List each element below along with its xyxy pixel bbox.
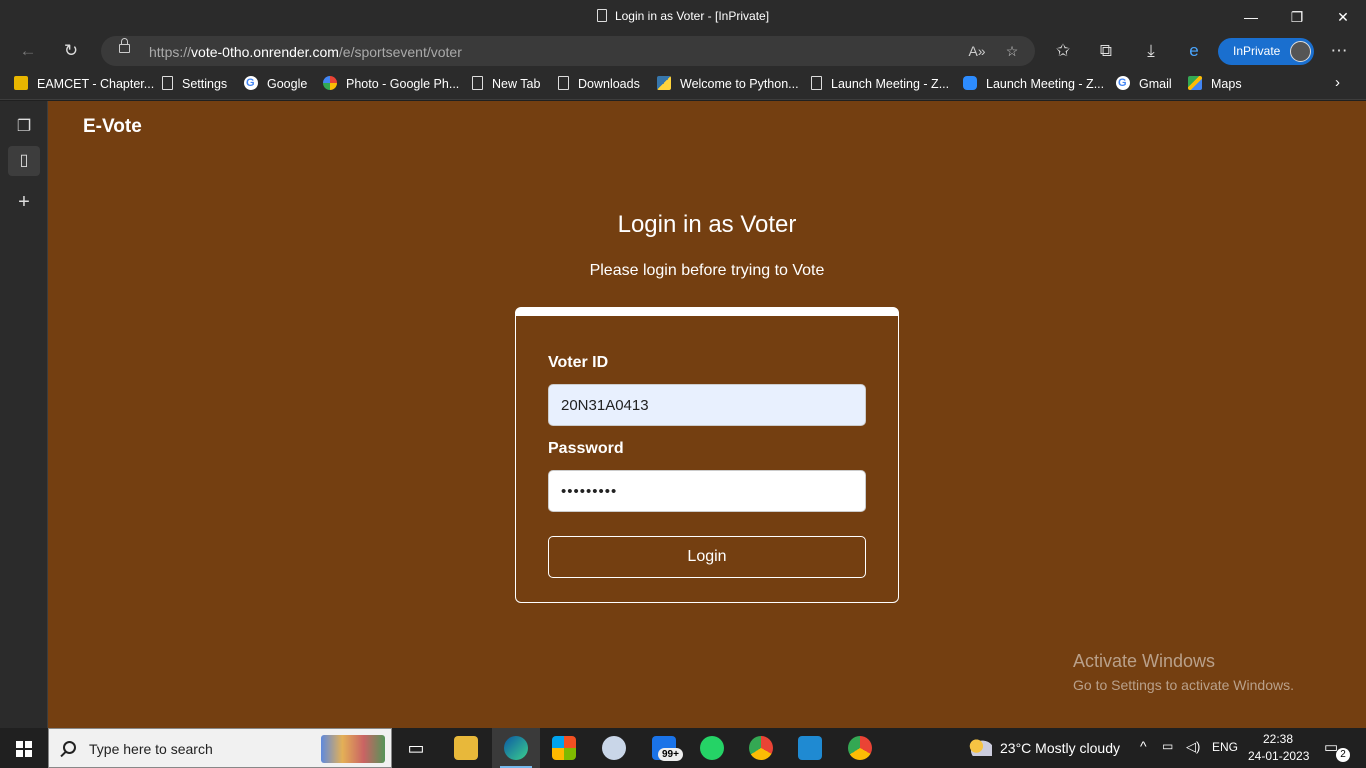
page-subtitle: Please login before trying to Vote bbox=[589, 262, 825, 279]
avatar bbox=[1290, 41, 1311, 62]
inprivate-button[interactable]: InPrivate bbox=[1218, 38, 1314, 65]
clock-date[interactable]: 24-01-2023 bbox=[1248, 749, 1309, 763]
voter-id-label: Voter ID bbox=[548, 354, 609, 371]
more-options-icon[interactable]: ⋯ bbox=[1326, 39, 1352, 63]
bookmark-item[interactable]: Settings bbox=[162, 76, 227, 91]
login-button[interactable]: Login bbox=[548, 536, 866, 578]
browser-toolbar: ← ↻ https://vote-0tho.onrender.com/e/spo… bbox=[0, 34, 1366, 68]
edge-icon bbox=[504, 736, 528, 760]
back-icon[interactable]: ← bbox=[15, 39, 41, 63]
page-icon bbox=[558, 76, 569, 90]
new-tab-icon[interactable]: + bbox=[8, 187, 40, 217]
store-icon bbox=[552, 736, 576, 760]
tab-current-page[interactable]: ▯ bbox=[8, 146, 40, 176]
brand-logo[interactable]: E-Vote bbox=[83, 116, 142, 138]
paint-button[interactable] bbox=[590, 728, 638, 768]
page-content: E-Vote Login in as Voter Please login be… bbox=[48, 101, 1366, 728]
internet-explorer-mode-icon[interactable]: e bbox=[1181, 39, 1207, 63]
weather-text[interactable]: 23°C Mostly cloudy bbox=[1000, 740, 1120, 756]
taskbar-search-box[interactable]: Type here to search bbox=[48, 728, 392, 768]
eamcet-icon bbox=[14, 76, 28, 90]
vscode-icon bbox=[798, 736, 822, 760]
downloads-icon[interactable]: ⤓ bbox=[1138, 39, 1164, 63]
activate-windows-watermark: Activate Windows Go to Settings to activ… bbox=[1073, 651, 1294, 693]
chevron-up-icon[interactable]: ^ bbox=[1140, 738, 1147, 754]
bookmark-item[interactable]: Photo - Google Ph... bbox=[323, 76, 459, 91]
windows-icon bbox=[16, 741, 32, 757]
page-icon bbox=[596, 9, 607, 22]
vertical-tabs-sidebar: ❐ ▯ + bbox=[0, 101, 48, 728]
bookmark-item[interactable]: New Tab bbox=[472, 76, 540, 91]
url-text[interactable]: https://vote-0tho.onrender.com/e/sportse… bbox=[149, 44, 462, 60]
folder-icon bbox=[454, 736, 478, 760]
favorites-icon[interactable]: ✩ bbox=[1050, 39, 1076, 63]
bookmark-item[interactable]: EAMCET - Chapter... bbox=[14, 76, 154, 91]
page-icon bbox=[162, 76, 173, 90]
notification-count: 2 bbox=[1336, 748, 1350, 762]
password-label: Password bbox=[548, 440, 624, 457]
paint-icon bbox=[602, 736, 626, 760]
task-view-button[interactable]: ▭ bbox=[392, 728, 440, 768]
maps-icon bbox=[1188, 76, 1202, 90]
lock-icon[interactable] bbox=[119, 38, 130, 53]
google-photos-icon bbox=[323, 76, 337, 90]
weather-icon[interactable] bbox=[968, 738, 992, 756]
chrome-button[interactable] bbox=[737, 728, 785, 768]
battery-icon[interactable]: ▭ bbox=[1162, 739, 1173, 753]
whatsapp-icon bbox=[700, 736, 724, 760]
task-view-icon: ▭ bbox=[407, 738, 425, 758]
chrome-icon bbox=[848, 736, 872, 760]
page-icon bbox=[811, 76, 822, 90]
login-card: Voter ID Password Login bbox=[515, 307, 899, 603]
bookmark-item[interactable]: Welcome to Python... bbox=[657, 76, 799, 91]
minimize-button[interactable]: — bbox=[1228, 0, 1274, 34]
voter-id-input[interactable] bbox=[548, 384, 866, 426]
vscode-button[interactable] bbox=[786, 728, 834, 768]
page-icon bbox=[472, 76, 483, 90]
zoom-icon bbox=[963, 76, 977, 90]
password-input[interactable] bbox=[548, 470, 866, 512]
bookmark-item[interactable]: Google bbox=[244, 76, 307, 91]
volume-icon[interactable]: ◁) bbox=[1186, 739, 1200, 755]
clock-time[interactable]: 22:38 bbox=[1263, 732, 1293, 746]
collections-icon[interactable]: ⧉ bbox=[1093, 39, 1119, 63]
file-explorer-button[interactable] bbox=[442, 728, 490, 768]
bookmark-item[interactable]: Downloads bbox=[558, 76, 640, 91]
google-icon bbox=[244, 76, 258, 90]
tab-actions-icon[interactable]: ❐ bbox=[8, 112, 40, 142]
whatsapp-button[interactable] bbox=[688, 728, 736, 768]
restore-button[interactable]: ❐ bbox=[1274, 0, 1320, 34]
mail-badge: 99+ bbox=[658, 748, 683, 761]
bookmark-item[interactable]: Gmail bbox=[1116, 76, 1172, 91]
edge-button[interactable] bbox=[492, 728, 540, 768]
taskbar: Type here to search ▭ 99+ 23°C Mostly cl… bbox=[0, 728, 1366, 768]
bookmark-item[interactable]: Maps bbox=[1188, 76, 1242, 91]
bookmark-item[interactable]: Launch Meeting - Z... bbox=[811, 76, 949, 91]
page-title: Login in as Voter bbox=[617, 211, 797, 238]
bookmark-item[interactable]: Launch Meeting - Z... bbox=[963, 76, 1104, 91]
chevron-right-icon[interactable]: › bbox=[1335, 74, 1340, 91]
chrome-profile-button[interactable] bbox=[836, 728, 884, 768]
chrome-icon bbox=[749, 736, 773, 760]
read-aloud-icon[interactable]: A» bbox=[966, 41, 988, 61]
start-button[interactable] bbox=[0, 728, 48, 768]
store-button[interactable] bbox=[540, 728, 588, 768]
address-bar[interactable]: https://vote-0tho.onrender.com/e/sportse… bbox=[101, 36, 1035, 66]
window-title-bar: Login in as Voter - [InPrivate] — ❐ ✕ bbox=[0, 0, 1366, 34]
favorites-bar: EAMCET - Chapter... Settings Google Phot… bbox=[0, 68, 1366, 100]
mail-button[interactable]: 99+ bbox=[640, 728, 688, 768]
python-icon bbox=[657, 76, 671, 90]
refresh-icon[interactable]: ↻ bbox=[58, 39, 84, 63]
window-title: Login in as Voter - [InPrivate] bbox=[0, 9, 1366, 23]
add-favorite-icon[interactable]: ☆ bbox=[1001, 41, 1023, 61]
search-highlight-illustration bbox=[321, 735, 385, 763]
close-button[interactable]: ✕ bbox=[1320, 0, 1366, 34]
search-icon bbox=[63, 741, 76, 754]
google-icon bbox=[1116, 76, 1130, 90]
language-indicator[interactable]: ENG bbox=[1212, 740, 1238, 754]
